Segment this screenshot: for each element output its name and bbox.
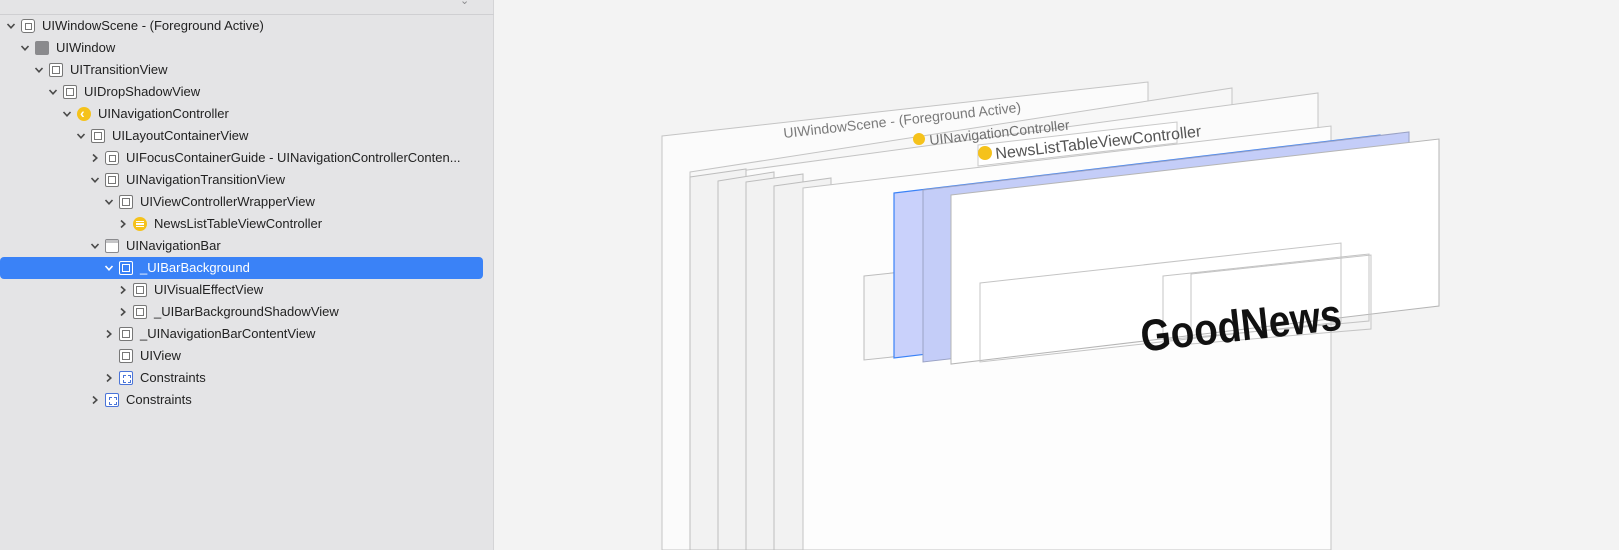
chevron-down-icon[interactable] — [48, 81, 60, 103]
tree-row-label: UIViewControllerWrapperView — [140, 194, 315, 209]
tree-row[interactable]: UINavigationTransitionView — [0, 169, 483, 191]
tree-row-label: UIFocusContainerGuide - UINavigationCont… — [126, 150, 461, 165]
tree-row-label: NewsListTableViewController — [154, 216, 323, 231]
tree-row-label: UINavigationTransitionView — [126, 172, 285, 187]
tree-row[interactable]: UIFocusContainerGuide - UINavigationCont… — [0, 147, 483, 169]
3d-view-canvas[interactable]: UIWindowScene - (Foreground Active) UINa… — [494, 0, 1619, 550]
chevron-icon[interactable]: ⌄ — [460, 0, 469, 7]
tree-row[interactable]: Constraints — [0, 367, 483, 389]
tree-row[interactable]: _UIBarBackgroundShadowView — [0, 301, 483, 323]
focus-guide-icon — [105, 151, 119, 165]
navigator-header: ⌄ — [0, 0, 494, 15]
view-hierarchy-navigator: ⌄ UIWindowScene - (Foreground Active) UIW… — [0, 0, 494, 550]
tree-row[interactable]: UINavigationController — [0, 102, 483, 125]
tree-row[interactable]: UITransitionView — [0, 59, 483, 81]
tree-row-label: UINavigationBar — [126, 238, 221, 253]
chevron-right-icon[interactable] — [104, 323, 116, 345]
view-icon — [91, 129, 105, 143]
chevron-right-icon[interactable] — [118, 213, 130, 235]
tree-row[interactable]: UINavigationBar — [0, 235, 483, 257]
nav-bar-icon — [105, 239, 119, 253]
view-icon — [105, 173, 119, 187]
scene-icon — [21, 19, 35, 33]
exploded-view-layers[interactable]: UIWindowScene - (Foreground Active) UINa… — [494, 0, 1619, 550]
tree-row-label: Constraints — [126, 392, 192, 407]
view-icon — [119, 327, 133, 341]
tree-row[interactable]: _UINavigationBarContentView — [0, 323, 483, 345]
tree-row[interactable]: UILayoutContainerView — [0, 125, 483, 147]
chevron-right-icon[interactable] — [118, 279, 130, 301]
view-icon — [119, 195, 133, 209]
tree-row-label: _UIBarBackgroundShadowView — [154, 304, 339, 319]
chevron-down-icon[interactable] — [20, 37, 32, 59]
chevron-down-icon[interactable] — [90, 235, 102, 257]
constraints-icon — [119, 371, 133, 385]
chevron-down-icon[interactable] — [104, 257, 116, 279]
tree-row[interactable]: NewsListTableViewController — [0, 213, 483, 235]
tree-row-label: UIWindowScene - (Foreground Active) — [42, 18, 264, 33]
tree-row-label: Constraints — [140, 370, 206, 385]
view-icon — [119, 349, 133, 363]
chevron-right-icon[interactable] — [90, 147, 102, 169]
view-icon — [133, 283, 147, 297]
view-icon — [133, 305, 147, 319]
table-controller-icon — [133, 217, 147, 231]
constraints-icon — [105, 393, 119, 407]
tree-row-label: UIVisualEffectView — [154, 282, 264, 297]
nav-controller-badge-icon — [913, 133, 925, 145]
nav-controller-icon — [77, 102, 91, 124]
tree-row[interactable]: _UIBarBackground — [0, 257, 483, 279]
chevron-down-icon[interactable] — [90, 169, 102, 191]
view-icon — [49, 63, 63, 77]
tree-row[interactable]: UIView — [0, 345, 483, 367]
tree-row[interactable]: Constraints — [0, 389, 483, 411]
tree-row-label: UITransitionView — [70, 62, 168, 77]
chevron-right-icon[interactable] — [104, 367, 116, 389]
tree-row[interactable]: UIVisualEffectView — [0, 279, 483, 301]
tree-row[interactable]: UIViewControllerWrapperView — [0, 191, 483, 213]
chevron-down-icon[interactable] — [76, 125, 88, 147]
chevron-down-icon[interactable] — [6, 15, 18, 37]
tree-row-label: UIDropShadowView — [84, 84, 201, 99]
tree-row-label: UILayoutContainerView — [112, 128, 249, 143]
chevron-right-icon[interactable] — [118, 301, 130, 323]
tree-row-label: UIWindow — [56, 40, 116, 55]
tree-row[interactable]: UIDropShadowView — [0, 81, 483, 103]
tree-row-label: UIView — [140, 348, 181, 363]
solid-square-icon — [35, 41, 49, 55]
tree-row-label: _UIBarBackground — [140, 260, 250, 275]
tree-row[interactable]: UIWindowScene - (Foreground Active) — [0, 15, 483, 37]
tree-row-label: _UINavigationBarContentView — [140, 326, 316, 341]
tree-row[interactable]: UIWindow — [0, 37, 483, 59]
table-controller-badge-icon — [978, 146, 992, 160]
chevron-down-icon[interactable] — [62, 103, 74, 125]
view-icon — [63, 85, 77, 99]
chevron-right-icon[interactable] — [90, 389, 102, 411]
view-icon — [119, 261, 133, 275]
chevron-down-icon[interactable] — [104, 191, 116, 213]
tree-row-label: UINavigationController — [98, 106, 229, 121]
chevron-down-icon[interactable] — [34, 59, 46, 81]
